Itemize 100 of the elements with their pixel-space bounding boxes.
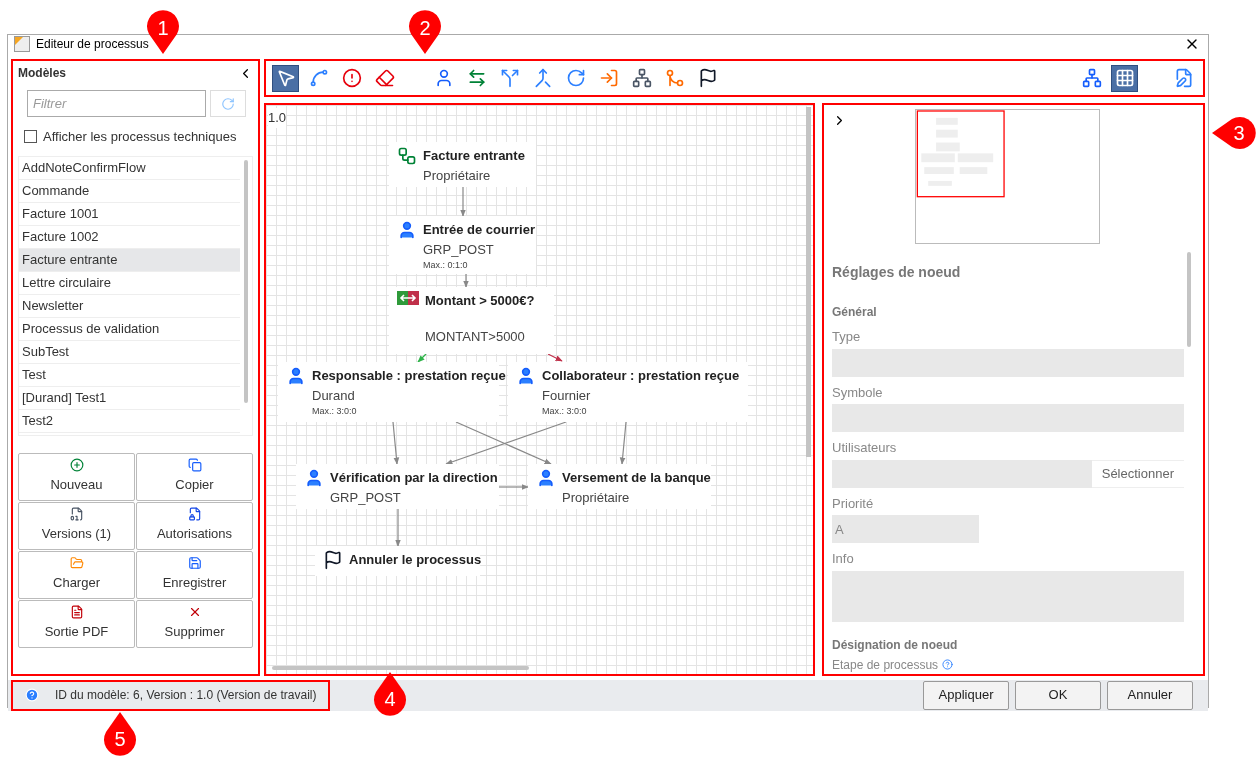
dialog-button[interactable]: OK [1015, 680, 1101, 710]
pointer-icon [275, 68, 296, 88]
checkbox[interactable] [24, 130, 37, 144]
node-limit: Max.: 3:0:0 [542, 405, 588, 418]
node-title: Annuler le processus [349, 551, 482, 569]
node-limit: Max.: 3:0:0 [312, 405, 358, 418]
eraser-icon [374, 68, 395, 88]
workflow-icon [397, 146, 417, 166]
action-button[interactable]: Copier [136, 452, 253, 501]
process-node[interactable]: Versement de la banque Propriétaire [528, 464, 711, 509]
node-title: Entrée de courrier [423, 221, 535, 239]
user-icon [397, 220, 417, 240]
app-icon [14, 36, 30, 52]
connector-icon [308, 68, 329, 88]
swap-arrows-icon [397, 291, 419, 305]
callout-marker: 3 [1212, 115, 1258, 151]
enter-door-icon [598, 68, 619, 88]
connector-arrow [619, 421, 627, 465]
scrollbar[interactable] [1187, 252, 1191, 347]
user-icon [516, 366, 536, 386]
scrollbar[interactable] [272, 665, 529, 670]
tool-button[interactable] [1111, 64, 1138, 92]
folder-icon [69, 556, 84, 571]
section-title: Général [832, 304, 878, 321]
node-subtitle: Propriétaire [562, 488, 631, 507]
checkbox-label: Afficher les processus techniques [43, 128, 237, 146]
callout-marker: 4 [372, 672, 408, 718]
select-button[interactable]: Sélectionner [1091, 459, 1184, 488]
node-limit: Max.: 0:1:0 [423, 259, 469, 272]
process-node[interactable]: Collaborateur : prestation reçue Fournier Max.: 3:0:0 [508, 362, 748, 422]
node-title: Montant > 5000€? [425, 292, 535, 310]
alert-icon [341, 68, 362, 88]
field-label: Symbole [832, 383, 884, 402]
node-subtitle: MONTANT>5000 [425, 327, 526, 346]
field-label: Type [832, 328, 862, 346]
panel-title: Modèles [18, 65, 66, 82]
grid-icon [1114, 68, 1135, 88]
action-button[interactable]: Enregistrer [136, 550, 253, 599]
panel-title: Réglages de noeud [832, 263, 962, 282]
field-label: Priorité [832, 494, 875, 513]
node-subtitle: GRP_POST [423, 240, 495, 259]
action-button[interactable]: Versions (1) [18, 501, 135, 550]
connector-arrow [463, 273, 469, 288]
tool-button[interactable] [272, 64, 299, 92]
field-label: Info [832, 550, 855, 568]
node-subtitle: GRP_POST [330, 488, 402, 507]
connector-arrow [460, 186, 466, 217]
refresh-icon [221, 96, 235, 111]
process-node[interactable]: Facture entrante Propriétaire [389, 142, 536, 187]
rotate-icon [565, 68, 586, 88]
info-icon[interactable] [942, 659, 954, 670]
document-icon [69, 605, 84, 620]
locked-document-icon [187, 507, 202, 522]
node-title: Responsable : prestation reçue [312, 367, 506, 385]
callout-marker: 5 [102, 712, 138, 758]
numbered-document-icon [69, 507, 84, 522]
window-title: Editeur de processus [36, 36, 150, 53]
callout-marker: 2 [407, 8, 443, 54]
version-label: 1.0 [268, 108, 287, 128]
process-node[interactable]: Montant > 5000€? MONTANT>5000 [389, 287, 554, 354]
model-list-item[interactable]: Facture entrante [19, 248, 240, 272]
help-icon[interactable] [25, 688, 39, 702]
plus-circle-icon [69, 458, 84, 473]
node-title: Facture entrante [423, 147, 525, 165]
node-title: Versement de la banque [562, 469, 711, 487]
dialog-button[interactable]: Appliquer [923, 680, 1009, 710]
scrollbar[interactable] [244, 159, 248, 403]
scrollbar[interactable] [806, 107, 811, 457]
connector-arrow [498, 484, 529, 490]
action-button[interactable]: Sortie PDF [18, 599, 135, 648]
connector-arrow [417, 353, 427, 363]
connector-arrow [547, 353, 563, 362]
user-icon [286, 366, 306, 386]
filter-field[interactable]: Filtrer [27, 90, 206, 117]
process-node[interactable]: Annuler le processus [315, 546, 480, 576]
branch-icon [631, 68, 652, 88]
process-node[interactable]: Entrée de courrier GRP_POST Max.: 0:1:0 [389, 216, 536, 274]
node-subtitle: Durand [312, 386, 356, 405]
tree-icon [1081, 68, 1102, 88]
section-title: Désignation de noeud [832, 636, 959, 654]
user-icon [304, 468, 324, 488]
action-button[interactable]: Nouveau [18, 452, 135, 501]
action-button[interactable]: Autorisations [136, 501, 253, 550]
process-node[interactable]: Vérification par la direction GRP_POST [296, 464, 499, 509]
connector-arrow [395, 508, 401, 547]
node-title: Collaborateur : prestation reçue [542, 367, 740, 385]
action-button[interactable]: Supprimer [136, 599, 253, 648]
connector-arrow [392, 421, 400, 465]
copy-icon [187, 458, 202, 473]
node-title: Vérification par la direction [330, 469, 498, 487]
user-icon [536, 468, 556, 488]
node-subtitle: Propriétaire [423, 166, 492, 185]
status-text: ID du modèle: 6, Version : 1.0 (Version de travail) [55, 687, 317, 704]
field-label: Utilisateurs [832, 439, 898, 457]
merge-branch-icon [664, 68, 685, 88]
split-arrows-icon [499, 68, 520, 88]
field-label: Etape de processus [832, 656, 939, 674]
node-subtitle: Fournier [542, 386, 592, 405]
action-button[interactable]: Charger [18, 550, 135, 599]
dialog-button[interactable]: Annuler [1107, 680, 1193, 710]
